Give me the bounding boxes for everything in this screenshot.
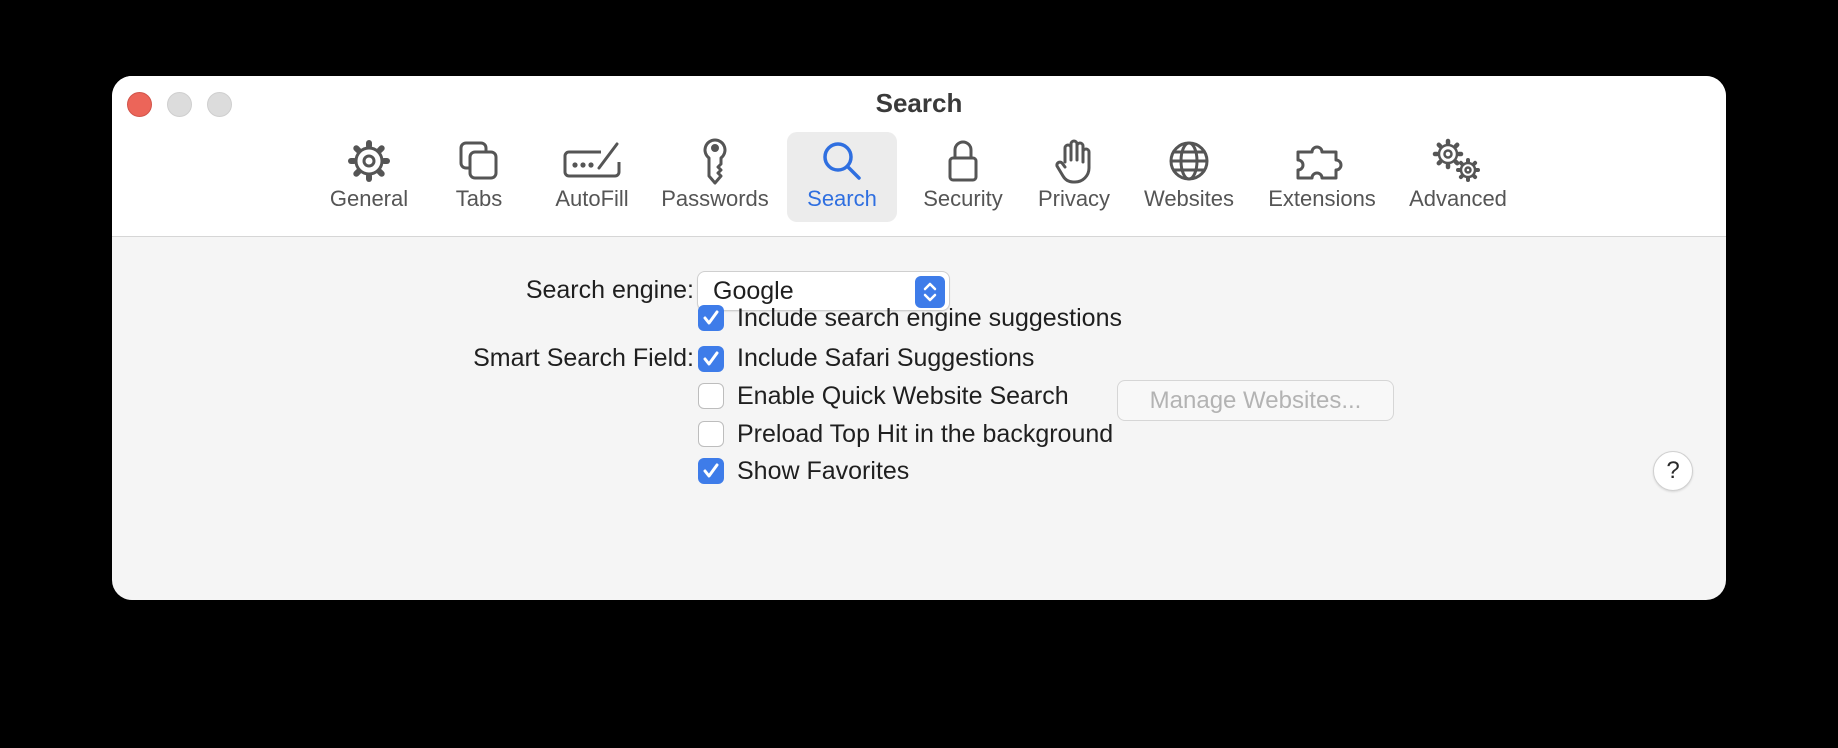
lock-icon xyxy=(948,140,978,182)
suggestions-label: Include search engine suggestions xyxy=(737,304,1122,332)
tab-passwords-label: Passwords xyxy=(661,186,769,211)
checkmark-icon xyxy=(703,463,719,478)
gear-icon xyxy=(348,140,390,182)
quick-website-search-label: Enable Quick Website Search xyxy=(737,382,1069,410)
checkmark-icon xyxy=(703,351,719,366)
manage-websites-button[interactable]: Manage Websites... xyxy=(1117,380,1394,421)
autofill-icon xyxy=(563,142,621,178)
key-icon xyxy=(703,138,727,185)
safari-suggestions-checkbox[interactable] xyxy=(698,346,724,372)
quick-website-search-checkbox[interactable] xyxy=(698,383,724,409)
settings-window: Search General Tabs AutoFill Passwords S… xyxy=(112,76,1726,600)
preload-top-hit-checkbox[interactable] xyxy=(698,421,724,447)
tab-websites-label: Websites xyxy=(1143,186,1235,211)
gears-icon xyxy=(1432,138,1480,182)
tab-tabs[interactable]: Tabs xyxy=(439,132,519,222)
smart-search-label: Smart Search Field: xyxy=(473,344,694,372)
globe-icon xyxy=(1169,141,1209,181)
suggestions-checkbox[interactable] xyxy=(698,305,724,331)
tab-websites[interactable]: Websites xyxy=(1132,132,1246,222)
help-button[interactable]: ? xyxy=(1653,451,1693,491)
tab-privacy-label: Privacy xyxy=(1037,186,1111,211)
checkmark-icon xyxy=(703,310,719,325)
tab-tabs-label: Tabs xyxy=(455,186,503,211)
tab-search[interactable]: Search xyxy=(787,132,897,222)
tab-privacy[interactable]: Privacy xyxy=(1028,132,1120,222)
tab-autofill-label: AutoFill xyxy=(555,186,629,211)
preload-top-hit-label: Preload Top Hit in the background xyxy=(737,420,1114,448)
tab-general[interactable]: General xyxy=(314,132,424,222)
tab-search-label: Search xyxy=(807,186,877,211)
titlebar: Search General Tabs AutoFill Passwords S… xyxy=(112,76,1726,237)
tab-advanced-label: Advanced xyxy=(1409,186,1507,211)
safari-suggestions-label: Include Safari Suggestions xyxy=(737,344,1035,372)
tab-security[interactable]: Security xyxy=(912,132,1014,222)
tabs-icon xyxy=(459,141,498,180)
tab-general-label: General xyxy=(329,186,409,211)
search-engine-value: Google xyxy=(713,277,794,305)
search-engine-label: Search engine: xyxy=(525,276,694,304)
tab-extensions[interactable]: Extensions xyxy=(1260,132,1384,222)
puzzle-icon xyxy=(1296,145,1343,180)
tab-advanced[interactable]: Advanced xyxy=(1398,132,1518,222)
magnifier-icon xyxy=(823,142,861,180)
hand-icon xyxy=(1055,139,1091,184)
tab-extensions-label: Extensions xyxy=(1268,186,1376,211)
tab-security-label: Security xyxy=(923,186,1003,211)
tab-autofill[interactable]: AutoFill xyxy=(537,132,647,222)
show-favorites-label: Show Favorites xyxy=(737,457,910,485)
show-favorites-checkbox[interactable] xyxy=(698,458,724,484)
window-title: Search xyxy=(875,88,963,118)
tab-passwords[interactable]: Passwords xyxy=(659,132,771,222)
